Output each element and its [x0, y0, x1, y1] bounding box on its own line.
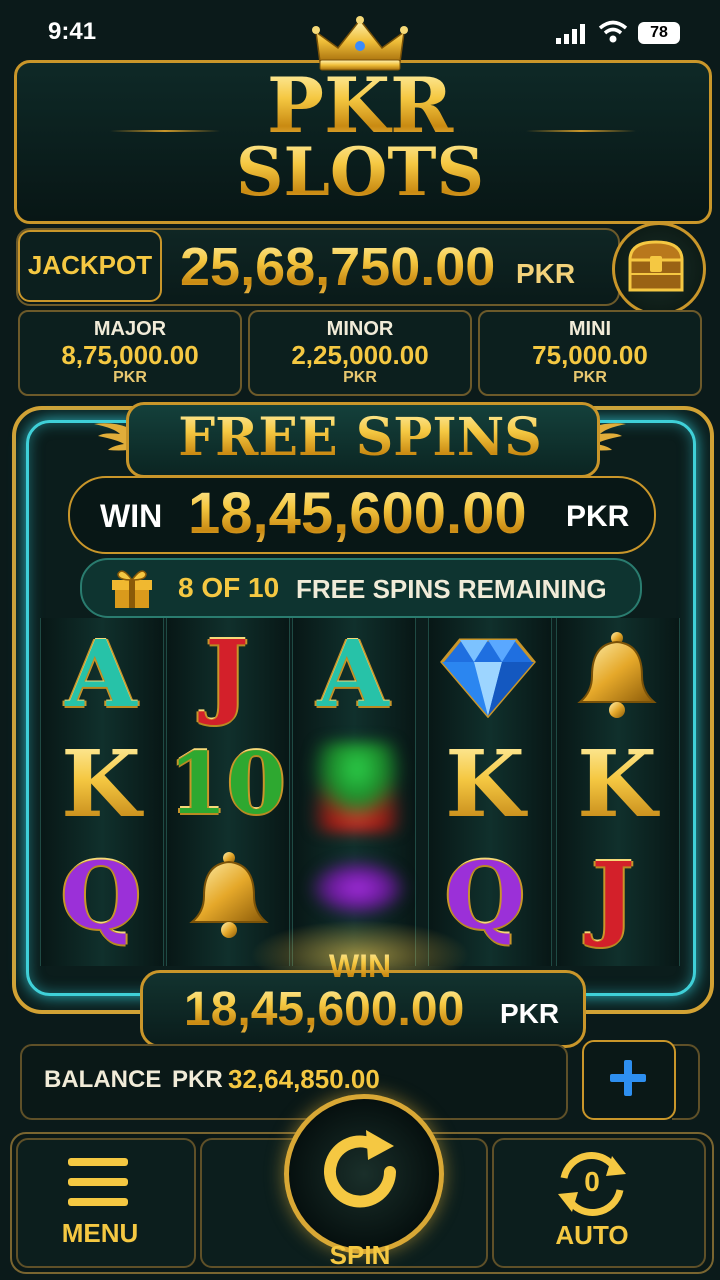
balance-value: 32,64,850.00	[228, 1064, 380, 1094]
tier-unit: PKR	[343, 369, 377, 386]
tier-value: 75,000.00	[532, 340, 648, 370]
free-spins-win-label: WIN	[100, 498, 163, 534]
treasure-chest-icon	[628, 240, 684, 292]
free-spins-win-value: 18,45,600.00	[188, 481, 527, 546]
bell-icon	[577, 632, 657, 718]
signal-icon	[556, 24, 585, 44]
symbol-a: A	[317, 620, 389, 728]
diamond-icon	[440, 638, 536, 718]
wifi-icon	[598, 20, 628, 43]
gift-icon	[112, 570, 152, 608]
jackpot-unit: PKR	[516, 258, 576, 289]
tier-name: MINOR	[326, 318, 394, 340]
jackpot-value: 25,68,750.00	[180, 237, 496, 297]
symbol-10: 10	[168, 734, 286, 833]
balance-unit: PKR	[172, 1066, 223, 1093]
spin-label: SPIN	[329, 1240, 391, 1270]
mini-jackpot: MINI 75,000.00 PKR	[478, 310, 702, 396]
symbol-k: K	[420, 734, 550, 834]
tier-unit: PKR	[113, 369, 147, 386]
tier-name: MINI	[568, 318, 612, 340]
add-funds-edge	[672, 1044, 700, 1120]
major-jackpot: MAJOR 8,75,000.00 PKR	[18, 310, 242, 396]
auto-label: AUTO	[555, 1220, 629, 1250]
symbol-j: J	[591, 842, 635, 950]
free-spins-title: FREE SPINS	[126, 406, 594, 470]
tier-unit: PKR	[573, 369, 607, 386]
symbol-a: A	[65, 620, 137, 728]
balance-label: BALANCE	[44, 1066, 162, 1093]
auto-spin-count: 0	[584, 1166, 600, 1197]
game-title-line2: SLOTS	[0, 132, 720, 212]
battery-indicator: 78	[638, 22, 680, 44]
spinning-symbol	[302, 742, 412, 832]
free-spins-win-unit: PKR	[566, 500, 630, 533]
symbol-j: J	[205, 620, 249, 728]
symbol-k: K	[36, 734, 166, 834]
plus-icon	[610, 1060, 646, 1096]
symbol-k: K	[552, 734, 682, 834]
spinning-symbol	[306, 858, 410, 918]
tier-value: 2,25,000.00	[291, 340, 429, 370]
total-win-value: 18,45,600.00	[184, 983, 465, 1036]
status-time: 9:41	[48, 18, 97, 45]
menu-icon	[68, 1158, 128, 1206]
minor-jackpot: MINOR 2,25,000.00 PKR	[248, 310, 472, 396]
jackpot-label: JACKPOT	[27, 250, 153, 280]
total-win-label: WIN	[0, 948, 720, 985]
symbol-q: Q	[60, 842, 142, 950]
free-spins-count: 8 OF 10	[178, 572, 280, 603]
tier-name: MAJOR	[93, 318, 167, 340]
spin-arrow-icon	[324, 1130, 396, 1208]
free-spins-remaining-text: FREE SPINS REMAINING	[296, 574, 607, 604]
menu-label: MENU	[61, 1218, 139, 1248]
tier-value: 8,75,000.00	[61, 340, 199, 370]
total-win-unit: PKR	[500, 998, 560, 1029]
